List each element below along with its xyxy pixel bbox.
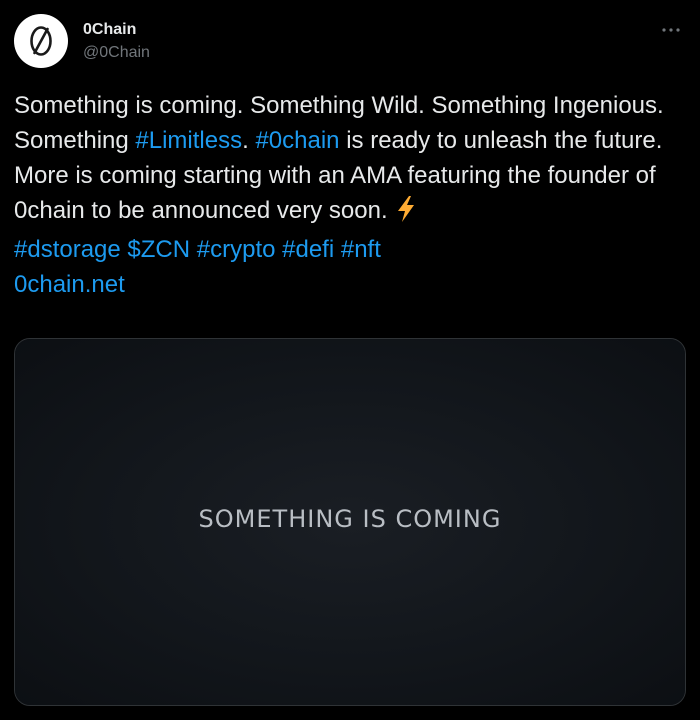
more-horizontal-icon <box>662 28 680 32</box>
author-info: 0Chain @0Chain <box>83 20 150 63</box>
user-handle[interactable]: @0Chain <box>83 43 150 63</box>
media-caption: SOMETHING IS COMING <box>198 505 502 533</box>
display-name[interactable]: 0Chain <box>83 20 150 40</box>
hashtag-crypto[interactable]: #crypto <box>197 236 276 263</box>
avatar[interactable] <box>14 14 68 68</box>
tweet-text: Something is coming. Something Wild. Som… <box>14 88 688 302</box>
tweet-header: 0Chain @0Chain <box>14 14 686 70</box>
hashtag-defi[interactable]: #defi <box>282 236 334 263</box>
more-options-button[interactable] <box>656 18 686 42</box>
cashtag-zcn[interactable]: $ZCN <box>127 236 190 263</box>
website-link[interactable]: 0chain.net <box>14 271 125 298</box>
tweet-text-segment: . <box>242 127 256 154</box>
lightning-bolt-icon <box>396 196 416 232</box>
hashtag-nft[interactable]: #nft <box>341 236 381 263</box>
hashtag-dstorage[interactable]: #dstorage <box>14 236 121 263</box>
tweet-card: 0Chain @0Chain Something is coming. Some… <box>0 0 700 720</box>
zero-slash-logo-icon <box>30 26 52 56</box>
media-video[interactable]: SOMETHING IS COMING <box>14 338 686 706</box>
hashtag-0chain[interactable]: #0chain <box>255 127 339 154</box>
hashtag-limitless[interactable]: #Limitless <box>135 127 242 154</box>
